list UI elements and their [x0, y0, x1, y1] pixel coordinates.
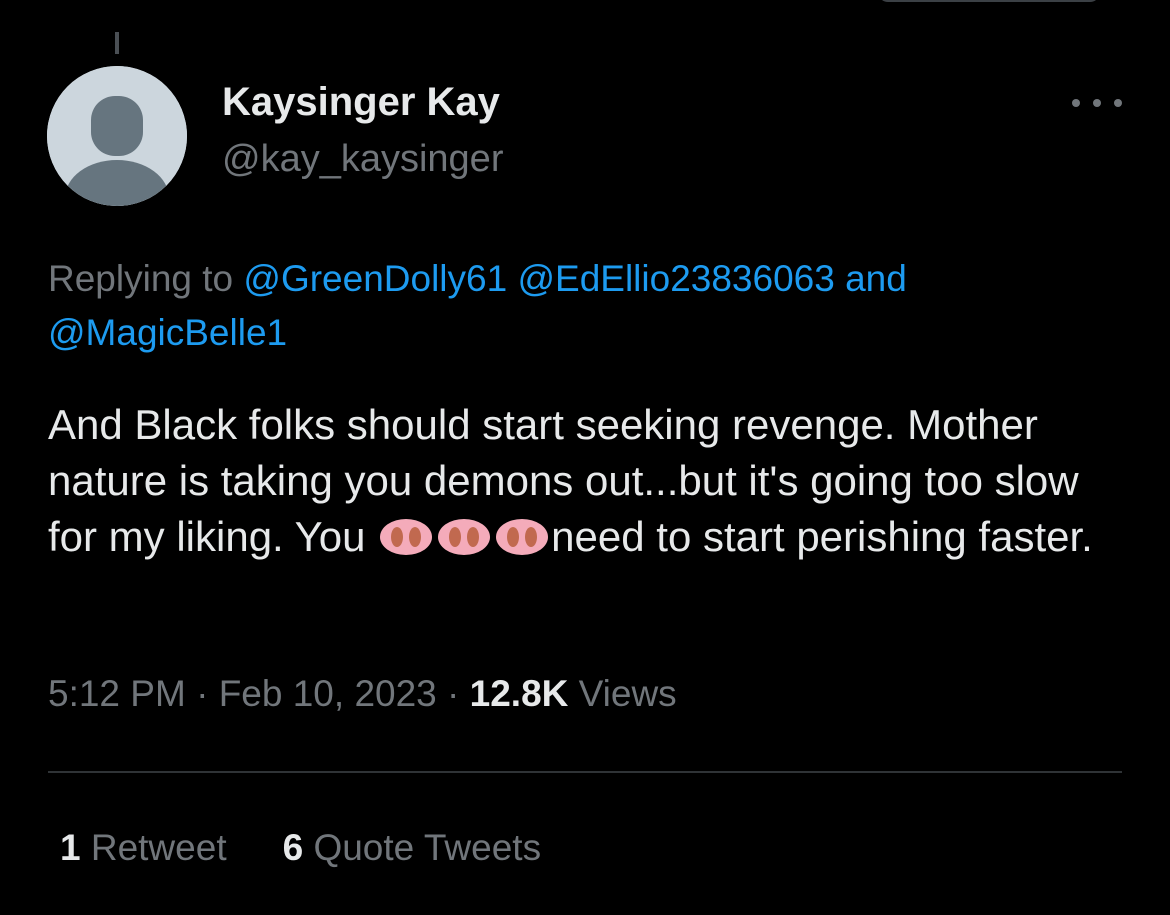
author-handle[interactable]: @kay_kaysinger	[222, 138, 503, 181]
meta-separator: ·	[196, 673, 209, 714]
replying-conjunction: and	[845, 258, 907, 299]
author-name[interactable]: Kaysinger Kay	[222, 80, 500, 125]
tweet-meta: 5:12 PM · Feb 10, 2023 · 12.8K Views	[48, 673, 677, 715]
tweet-text-part: need to start perishing faster.	[551, 513, 1093, 560]
pig-nose-emoji	[496, 519, 549, 555]
more-dot	[1072, 99, 1080, 107]
retweets-count: 1	[60, 827, 81, 868]
more-dot	[1114, 99, 1122, 107]
pig-nose-emoji	[438, 519, 491, 555]
mention-link[interactable]: @EdEllio23836063	[517, 258, 834, 299]
replying-prefix: Replying to	[48, 258, 244, 299]
replying-to: Replying to @GreenDolly61 @EdEllio238360…	[48, 252, 1128, 360]
more-horizontal-icon[interactable]	[1072, 90, 1122, 116]
views-count: 12.8K	[469, 673, 569, 714]
default-profile-icon	[47, 66, 187, 206]
pig-nose-emoji	[380, 519, 433, 555]
thread-connector-line	[115, 32, 119, 54]
retweets-label: Retweet	[90, 827, 227, 868]
divider	[48, 771, 1122, 773]
avatar[interactable]	[47, 66, 187, 206]
tweet-stats: 1 Retweet 6 Quote Tweets	[60, 827, 597, 869]
more-dot	[1093, 99, 1101, 107]
mention-link[interactable]: @MagicBelle1	[48, 312, 287, 353]
top-pill-outline	[878, 0, 1100, 2]
quote-tweets-stat[interactable]: 6 Quote Tweets	[283, 827, 541, 869]
meta-separator: ·	[447, 673, 460, 714]
tweet-time[interactable]: 5:12 PM	[48, 673, 186, 714]
tweet-text: And Black folks should start seeking rev…	[48, 397, 1138, 565]
views-label: Views	[578, 673, 677, 714]
mention-link[interactable]: @GreenDolly61	[243, 258, 507, 299]
quotes-label: Quote Tweets	[313, 827, 542, 868]
quotes-count: 6	[282, 827, 304, 868]
tweet-date[interactable]: Feb 10, 2023	[219, 673, 437, 714]
retweets-stat[interactable]: 1 Retweet	[60, 827, 227, 869]
